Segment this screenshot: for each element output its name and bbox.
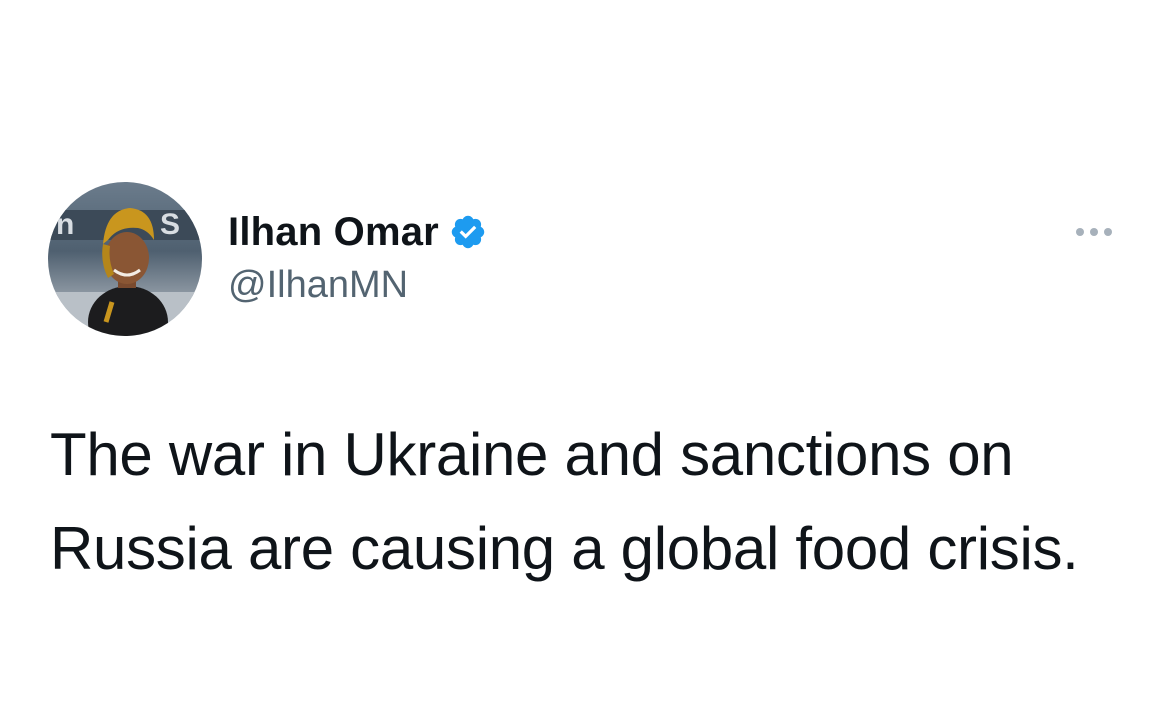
svg-text:n: n bbox=[56, 208, 74, 241]
author-name-row: Ilhan Omar bbox=[228, 208, 487, 256]
avatar[interactable]: n S bbox=[48, 182, 202, 336]
tweet-card: n S Ilhan Omar @IlhanMN The war in Ukrai… bbox=[0, 0, 1170, 727]
more-options-icon[interactable] bbox=[1068, 218, 1120, 246]
tweet-text: The war in Ukraine and sanctions on Russ… bbox=[50, 408, 1140, 596]
tweet-text-line: Russia are causing a global food crisis. bbox=[50, 515, 1079, 582]
verified-badge-icon bbox=[449, 213, 487, 251]
profile-photo-icon: n S bbox=[48, 182, 202, 336]
tweet-text-line: The war in Ukraine and sanctions on bbox=[50, 421, 1014, 488]
user-handle[interactable]: @IlhanMN bbox=[228, 262, 408, 308]
display-name[interactable]: Ilhan Omar bbox=[228, 208, 439, 256]
svg-text:S: S bbox=[160, 208, 180, 241]
